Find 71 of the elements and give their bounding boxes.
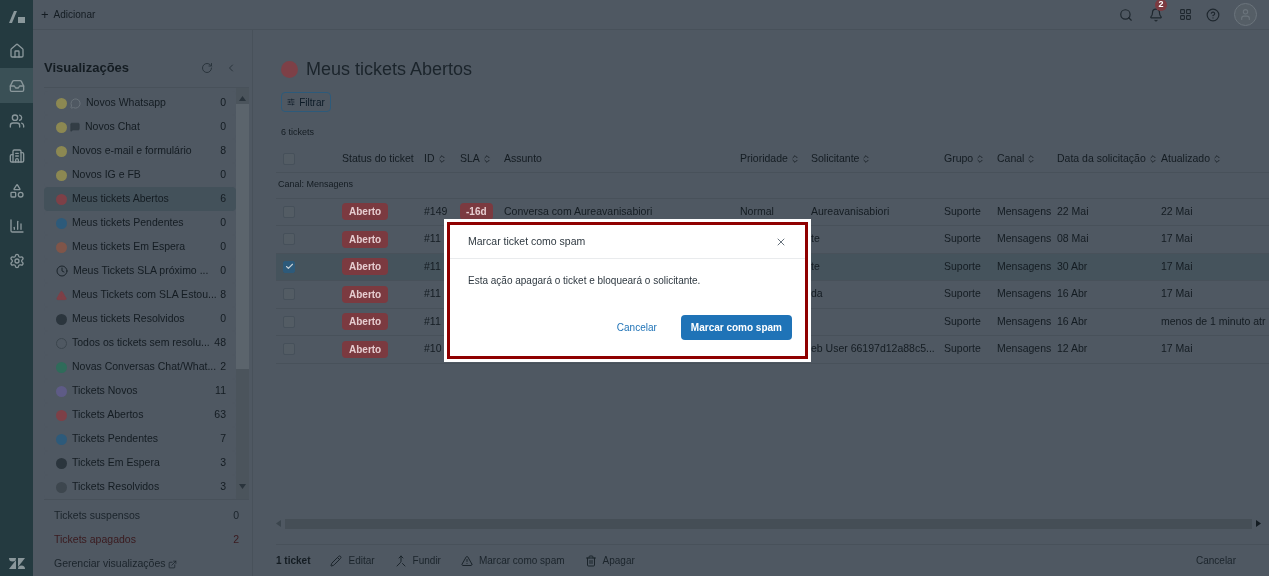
table-cell-text: Suporte xyxy=(944,231,981,247)
status-badge: Aberto xyxy=(342,203,389,221)
table-cell-text: 17 Mai xyxy=(1161,286,1193,302)
status-badge: Aberto xyxy=(342,258,389,276)
table-cell-text: Suporte xyxy=(944,313,981,329)
status-badge: Aberto xyxy=(342,313,389,331)
table-cell-text: Mensagens xyxy=(997,231,1052,247)
dialog-message: Esta ação apagará o ticket e bloqueará o solicitante. xyxy=(468,274,702,288)
view-label: Meus tickets Em Espera xyxy=(72,239,187,255)
table-cell-text: 08 Mai xyxy=(1057,231,1089,247)
view-label: Meus Tickets com SLA Estou... xyxy=(72,287,218,303)
table-cell-text: te xyxy=(811,231,820,247)
table-cell-text: #11 xyxy=(424,313,441,329)
table-cell-text: 22 Mai xyxy=(1161,203,1193,219)
view-label: Tickets Em Espera xyxy=(72,455,161,471)
view-label: Tickets apagados xyxy=(54,532,137,548)
view-count: 63 xyxy=(214,407,226,423)
table-cell-text: Suporte xyxy=(944,341,981,357)
view-label: Tickets Novos xyxy=(72,383,139,399)
panel-title: Visualizações xyxy=(44,58,131,77)
status-badge: Aberto xyxy=(342,285,389,303)
table-cell-text: 17 Mai xyxy=(1161,231,1193,247)
table-cell-text: Aureavanisabiori xyxy=(811,203,890,219)
table-cell-text: Conversa com Aureavanisabiori xyxy=(504,203,653,219)
table-cell-text: Suporte xyxy=(944,286,981,302)
table-cell-text: Mensagens xyxy=(997,258,1052,274)
view-count: 2 xyxy=(233,532,239,548)
view-label: Tickets Pendentes xyxy=(72,431,159,447)
table-cell-text: #10 xyxy=(424,341,442,357)
table-cell-text: 17 Mai xyxy=(1161,341,1193,357)
table-cell-text: 16 Abr xyxy=(1057,286,1088,302)
table-cell-text: Normal xyxy=(740,203,774,219)
status-badge: Aberto xyxy=(342,340,389,358)
table-cell-text: da xyxy=(811,286,823,302)
table-cell-text: Mensagens xyxy=(997,286,1052,302)
table-cell-text: Suporte xyxy=(944,203,981,219)
table-cell-text: menos de 1 minuto atr xyxy=(1161,313,1266,329)
table-cell-text: Mensagens xyxy=(997,313,1052,329)
view-label: Novos e-mail e formulário xyxy=(72,143,193,159)
table-cell-text: #11 xyxy=(424,231,441,247)
view-count: 8 xyxy=(220,287,226,303)
view-count: 48 xyxy=(214,335,226,351)
table-cell-text: 16 Abr xyxy=(1057,313,1088,329)
view-count: 3 xyxy=(220,455,226,471)
view-count: 2 xyxy=(220,359,226,375)
table-cell-text: #11 xyxy=(424,286,441,302)
view-label: Novos Chat xyxy=(85,119,141,135)
view-label: Tickets Abertos xyxy=(72,407,145,423)
view-count: 8 xyxy=(220,143,226,159)
view-label: Meus tickets Resolvidos xyxy=(72,311,186,327)
dialog-title: Marcar ticket como spam xyxy=(468,233,587,249)
table-cell-text: Mensagens xyxy=(997,203,1052,219)
table-cell-text: #149 xyxy=(424,203,448,219)
selection-count: 1 ticket xyxy=(276,554,311,568)
view-label: Meus Tickets SLA próximo ... xyxy=(73,263,210,279)
status-badge: Aberto xyxy=(342,230,389,248)
view-label: Tickets Resolvidos xyxy=(72,479,161,495)
table-cell-text: Mensagens xyxy=(997,341,1052,357)
view-label: Novos Whatsapp xyxy=(86,95,167,111)
table-cell-text: 17 Mai xyxy=(1161,258,1193,274)
view-label: Meus tickets Pendentes xyxy=(72,215,185,231)
view-count: 11 xyxy=(215,383,226,399)
table-cell-text: 30 Abr xyxy=(1057,258,1088,274)
view-label: Novas Conversas Chat/What... xyxy=(72,359,218,375)
view-label: Novos IG e FB xyxy=(72,167,142,183)
table-cell-text: Suporte xyxy=(944,258,981,274)
table-cell-text: eb User 66197d12a88c5... xyxy=(811,341,935,357)
notification-count: 2 xyxy=(1155,0,1167,11)
table-cell-text: 22 Mai xyxy=(1057,203,1089,219)
table-cell-text: 12 Abr xyxy=(1057,341,1088,357)
view-count: 3 xyxy=(220,479,226,495)
